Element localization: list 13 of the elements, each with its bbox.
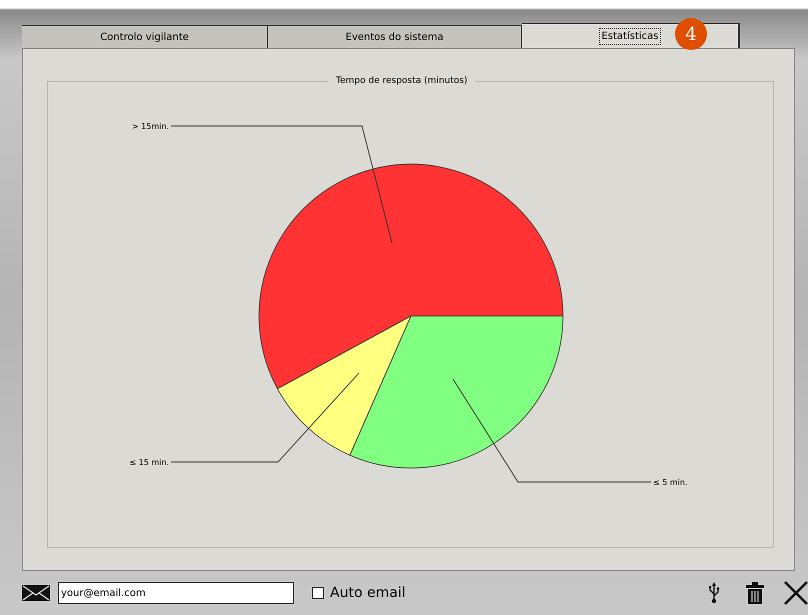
group-title: Tempo de resposta (minutos) [328,74,476,88]
tab[interactable]: Eventos do sistema [268,25,522,48]
slice-label: ≤ 15 min. [129,458,169,467]
email-field[interactable]: your@email.com [58,582,294,604]
auto-email-checkbox[interactable] [312,587,324,600]
envelope-icon [22,585,50,602]
usb-icon[interactable] [708,582,720,604]
tab[interactable]: Controlo vigilante [22,25,268,48]
close-icon[interactable] [784,581,808,606]
trash-icon[interactable] [746,582,764,604]
slice-label: > 15min. [132,122,169,131]
slice-label: ≤ 5 min. [653,478,688,487]
auto-email-label: Auto email [330,584,406,603]
